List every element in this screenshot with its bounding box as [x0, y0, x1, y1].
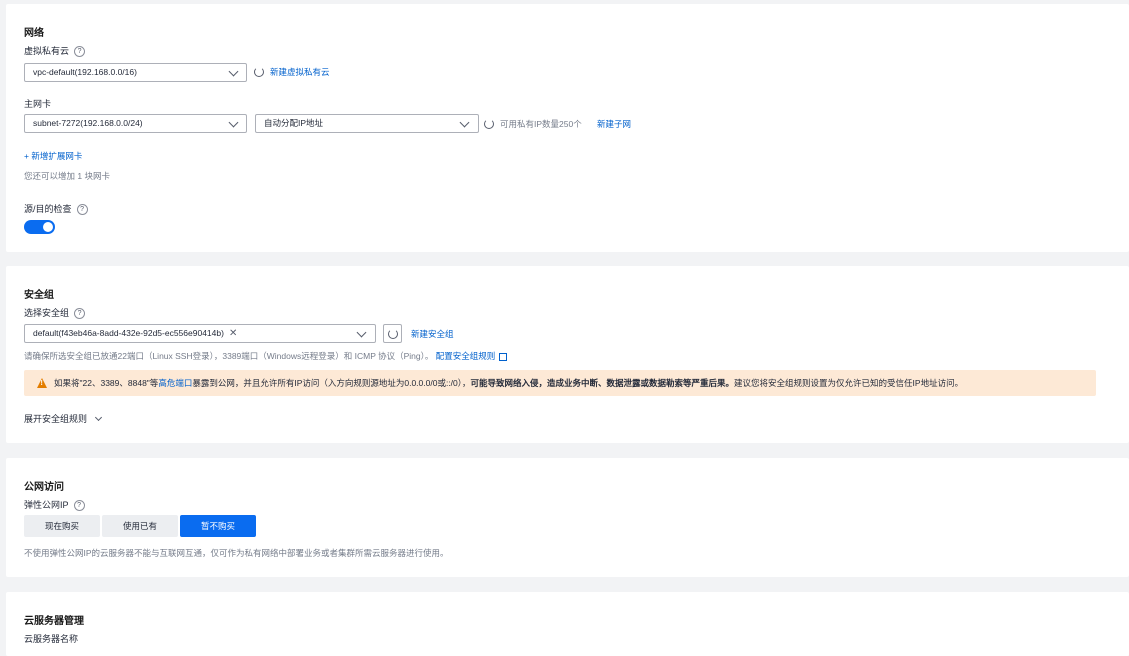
warning-text-2: 暴露到公网，并且允许所有IP访问（入方向规则源地址为0.0.0.0/0或::/0… [192, 378, 471, 388]
server-title: 云服务器管理 [24, 616, 84, 627]
src-dst-check-toggle[interactable] [24, 220, 55, 234]
eip-note: 不使用弹性公网IP的云服务器不能与互联网互通，仅可作为私有网络中部署业务或者集群… [24, 548, 449, 558]
vpc-label-row: 虚拟私有云? [24, 44, 86, 58]
nic-remaining-text: 您还可以增加 1 块网卡 [24, 171, 110, 181]
warning-text-3: 建议您将安全组规则设置为仅允许已知的受信任IP地址访问。 [734, 378, 964, 388]
toggle-knob [43, 222, 53, 232]
refresh-icon[interactable] [484, 119, 494, 129]
nic-label: 主网卡 [24, 99, 52, 109]
chevron-down-icon [94, 413, 102, 422]
security-title: 安全组 [24, 290, 54, 301]
available-ip-text: 可用私有IP数量250个 [500, 119, 582, 129]
security-select-label: 选择安全组 [24, 308, 70, 318]
security-group-select[interactable]: default(f43eb46a-8add-432e-92d5-ec556e90… [24, 324, 376, 343]
refresh-icon[interactable] [254, 67, 264, 77]
expand-rules-label: 展开安全组规则 [24, 414, 88, 424]
eip-label: 弹性公网IP [24, 500, 69, 510]
eip-option-use-existing[interactable]: 使用已有 [102, 515, 178, 537]
security-hint-row: 请确保所选安全组已放通22端口（Linux SSH登录），3389端口（Wind… [24, 350, 508, 362]
chevron-down-icon [356, 327, 367, 338]
high-risk-port-warning: ! 如果将"22、3389、8848"等高危端口暴露到公网，并且允许所有IP访问… [24, 370, 1096, 396]
close-icon[interactable]: ✕ [229, 325, 237, 342]
refresh-button[interactable] [383, 324, 402, 343]
warning-text-1: 如果将"22、3389、8848"等 [54, 378, 159, 388]
src-dst-check-label: 源/目的检查 [24, 204, 72, 214]
high-risk-port-link[interactable]: 高危端口 [158, 378, 192, 388]
security-select-label-row: 选择安全组? [24, 306, 86, 320]
chevron-down-icon [228, 117, 239, 128]
vpc-select[interactable]: vpc-default(192.168.0.0/16) [24, 63, 247, 82]
eip-label-row: 弹性公网IP? [24, 498, 85, 512]
subnet-select[interactable]: subnet-7272(192.168.0.0/24) [24, 114, 247, 133]
configure-rules-link[interactable]: 配置安全组规则 [436, 351, 496, 361]
warning-icon: ! [37, 378, 47, 388]
help-icon[interactable]: ? [74, 308, 86, 320]
public-access-card: 公网访问 弹性公网IP? 现在购买 使用已有 暂不购买 不使用弹性公网IP的云服… [6, 458, 1129, 577]
help-icon[interactable]: ? [74, 46, 86, 58]
help-icon[interactable]: ? [73, 500, 85, 512]
refresh-icon [387, 328, 398, 339]
create-subnet-link[interactable]: 新建子网 [597, 118, 631, 130]
warning-text-bold: 可能导致网络入侵，造成业务中断、数据泄露或数据勒索等严重后果。 [470, 378, 735, 388]
public-title: 公网访问 [24, 482, 64, 493]
src-dst-check-row: 源/目的检查? [24, 202, 88, 216]
create-security-group-link[interactable]: 新建安全组 [411, 328, 454, 340]
vpc-label: 虚拟私有云 [24, 46, 70, 56]
eip-option-not-buy[interactable]: 暂不购买 [180, 515, 256, 537]
chevron-down-icon [459, 117, 470, 128]
external-link-icon[interactable] [499, 352, 508, 361]
network-title: 网络 [24, 28, 44, 39]
security-hint-text: 请确保所选安全组已放通22端口（Linux SSH登录），3389端口（Wind… [24, 351, 434, 361]
ip-mode-select-value: 自动分配IP地址 [264, 118, 324, 128]
vpc-select-value: vpc-default(192.168.0.0/16) [33, 67, 137, 77]
chevron-down-icon [228, 66, 239, 77]
expand-rules-toggle[interactable]: 展开安全组规则 [24, 412, 102, 425]
network-card: 网络 虚拟私有云? vpc-default(192.168.0.0/16) 新建… [6, 4, 1129, 252]
ip-mode-select[interactable]: 自动分配IP地址 [255, 114, 479, 133]
security-group-tag: default(f43eb46a-8add-432e-92d5-ec556e90… [33, 328, 224, 338]
security-group-card: 安全组 选择安全组? default(f43eb46a-8add-432e-92… [6, 266, 1129, 443]
create-vpc-link[interactable]: 新建虚拟私有云 [270, 66, 330, 78]
eip-option-buy-now[interactable]: 现在购买 [24, 515, 100, 537]
help-icon[interactable]: ? [76, 204, 88, 216]
server-name-label: 云服务器名称 [24, 634, 79, 644]
add-nic-link[interactable]: + 新增扩展网卡 [24, 150, 82, 162]
subnet-select-value: subnet-7272(192.168.0.0/24) [33, 118, 143, 128]
server-management-card: 云服务器管理 云服务器名称 [6, 592, 1129, 656]
